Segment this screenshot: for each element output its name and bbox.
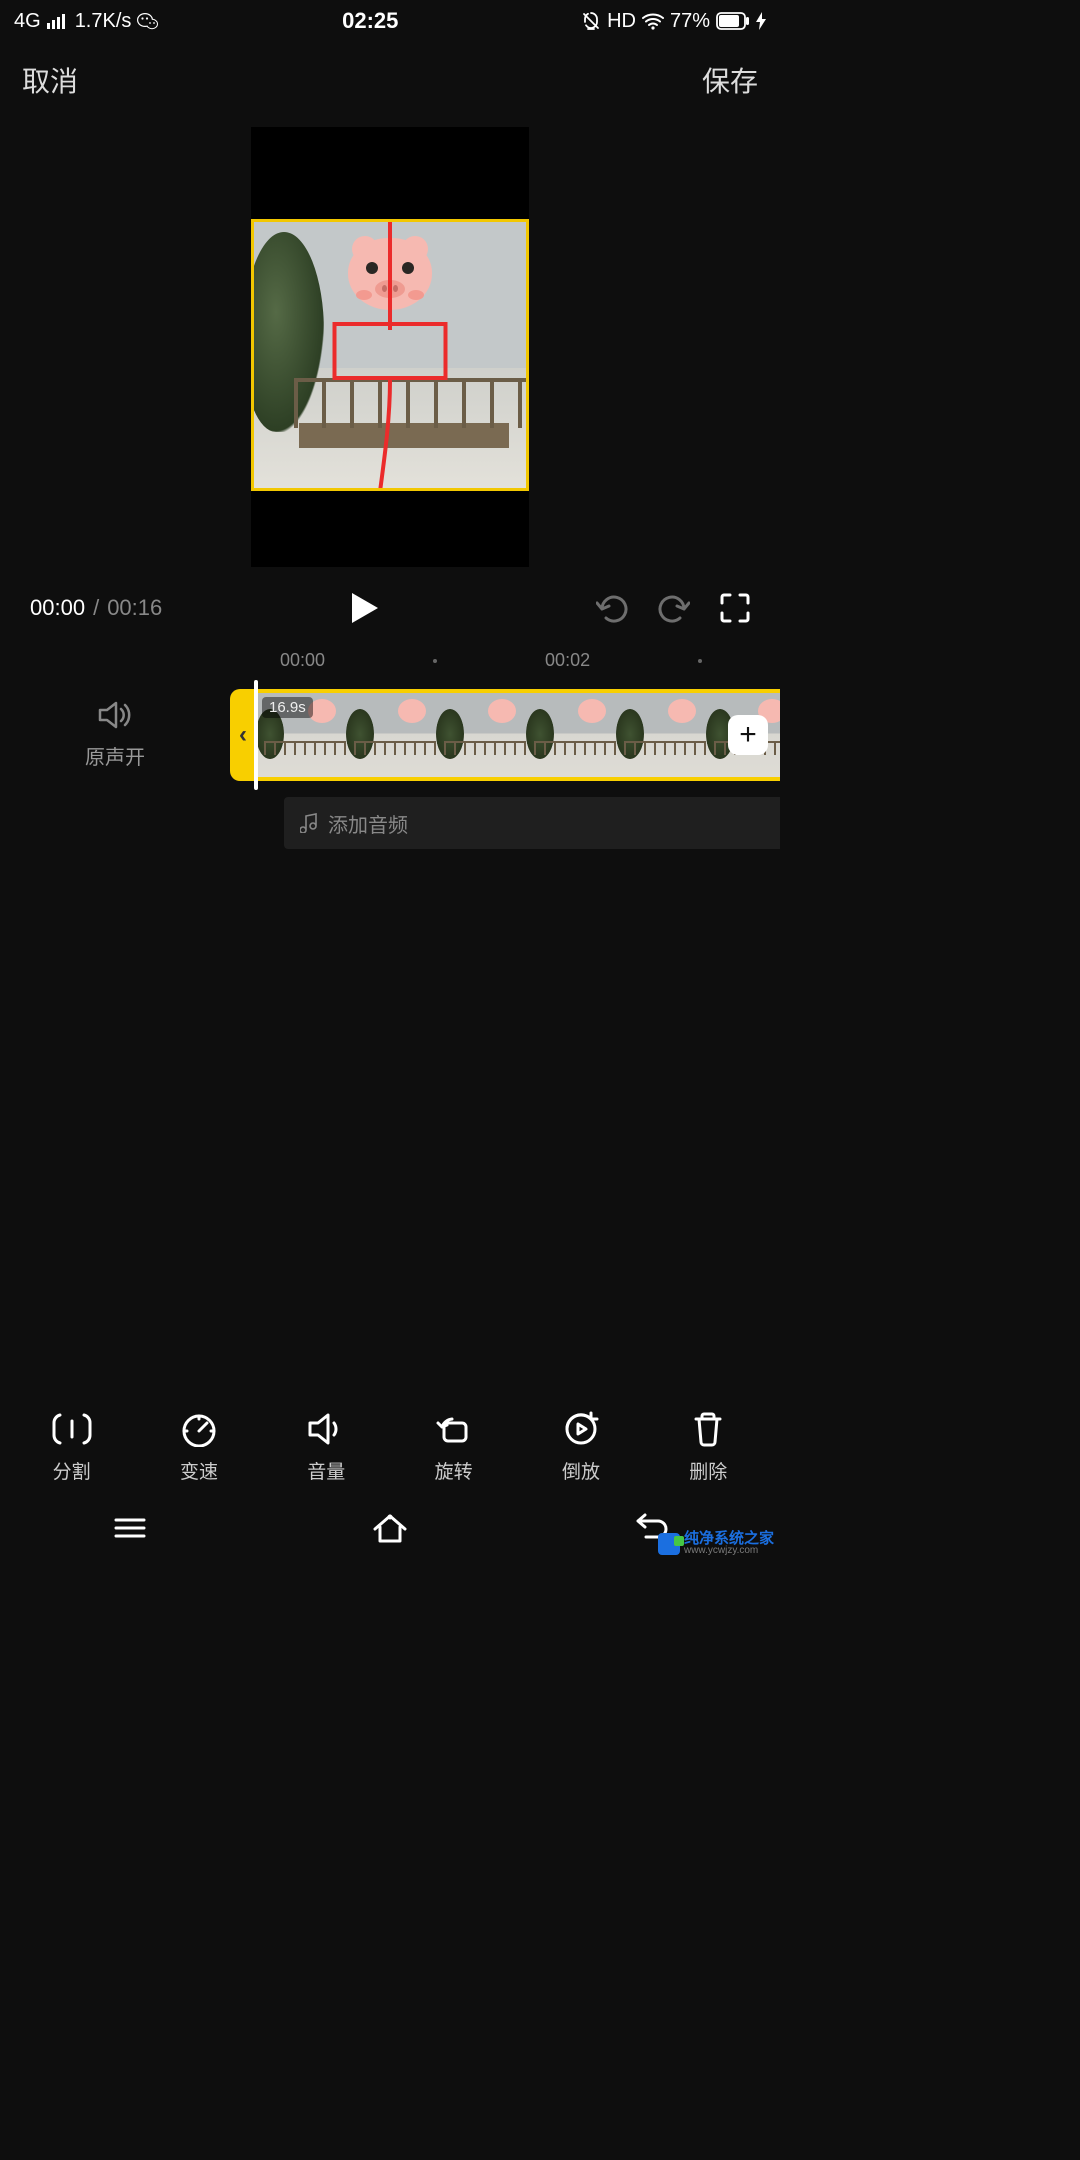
- wifi-icon: [642, 12, 664, 30]
- status-bar: 4G 1.7K/s 02:25 HD 77%: [0, 0, 780, 42]
- music-icon: [300, 813, 318, 833]
- play-button[interactable]: [350, 591, 380, 625]
- tool-split[interactable]: 分割: [17, 1411, 127, 1484]
- clip-left-handle[interactable]: ‹: [230, 689, 256, 781]
- time-sep: /: [93, 595, 99, 621]
- tool-label: 旋转: [435, 1457, 473, 1484]
- network-label: 4G: [14, 10, 41, 33]
- wechat-icon: [137, 11, 159, 31]
- sound-label: 原声开: [0, 741, 230, 770]
- rotate-icon: [434, 1411, 474, 1447]
- tool-volume[interactable]: 音量: [271, 1411, 381, 1484]
- nav-home-icon[interactable]: [371, 1511, 409, 1545]
- total-time: 00:16: [107, 595, 162, 621]
- tool-delete[interactable]: 删除: [653, 1411, 763, 1484]
- watermark: 纯净系统之家 www.ycwjzy.com: [658, 1531, 774, 1556]
- ruler-t0: 00:00: [280, 650, 325, 671]
- selected-frame[interactable]: [251, 219, 529, 491]
- frame-thumb: [346, 693, 436, 777]
- frame-thumb: [436, 693, 526, 777]
- tool-label: 变速: [180, 1457, 218, 1484]
- editor-header: 取消 保存: [0, 42, 780, 112]
- timeline: 原声开 ‹ 16.9s +: [0, 687, 780, 783]
- undo-button[interactable]: [596, 593, 628, 623]
- charging-icon: [756, 12, 766, 30]
- ruler-dot: [433, 659, 437, 663]
- playback-bar: 00:00 / 00:16: [0, 580, 780, 636]
- original-sound-toggle[interactable]: 原声开: [0, 700, 230, 770]
- signal-icon: [47, 13, 69, 29]
- watermark-url: www.ycwjzy.com: [684, 1546, 774, 1556]
- clip-duration-badge: 16.9s: [262, 697, 313, 718]
- tool-speed[interactable]: 变速: [144, 1411, 254, 1484]
- add-audio-button[interactable]: 添加音频: [284, 797, 780, 849]
- fullscreen-button[interactable]: [720, 593, 750, 623]
- battery-pct: 77%: [670, 10, 710, 33]
- ruler-t1: 00:02: [545, 650, 590, 671]
- tool-label: 分割: [53, 1457, 91, 1484]
- annotation-arrow-down: [360, 380, 420, 491]
- time-display: 00:00 / 00:16: [30, 595, 162, 621]
- delete-icon: [688, 1411, 728, 1447]
- add-clip-button[interactable]: +: [728, 715, 768, 755]
- speaker-icon: [98, 700, 132, 730]
- bottom-toolbar: 分割 变速 音量 旋转 倒放 删除: [0, 1411, 780, 1484]
- save-button[interactable]: 保存: [702, 60, 758, 100]
- split-icon: [52, 1411, 92, 1447]
- ruler-dot: [698, 659, 702, 663]
- frame-thumb: [616, 693, 706, 777]
- speed-label: 1.7K/s: [75, 10, 132, 33]
- watermark-icon: [658, 1533, 680, 1555]
- tool-rotate[interactable]: 旋转: [399, 1411, 509, 1484]
- playhead[interactable]: [254, 680, 258, 790]
- status-time: 02:25: [342, 8, 398, 34]
- status-right: HD 77%: [581, 10, 766, 33]
- frame-thumb: [526, 693, 616, 777]
- timeline-ruler: 00:00 00:02: [0, 650, 780, 671]
- annotation-arrow-up: [378, 219, 402, 330]
- cancel-button[interactable]: 取消: [22, 60, 78, 100]
- tool-reverse[interactable]: 倒放: [526, 1411, 636, 1484]
- status-left: 4G 1.7K/s: [14, 10, 159, 33]
- current-time: 00:00: [30, 595, 85, 621]
- video-canvas: [251, 127, 529, 567]
- annotation-rect: [333, 322, 448, 380]
- redo-button[interactable]: [658, 593, 690, 623]
- speed-icon: [179, 1411, 219, 1447]
- watermark-cn: 纯净系统之家: [684, 1531, 774, 1546]
- hd-label: HD: [607, 10, 636, 33]
- clip-frames[interactable]: [256, 689, 780, 781]
- add-audio-label: 添加音频: [328, 809, 408, 838]
- nav-menu-icon[interactable]: [112, 1514, 148, 1542]
- reverse-icon: [561, 1411, 601, 1447]
- clip-strip[interactable]: ‹ 16.9s +: [230, 689, 780, 781]
- mute-icon: [581, 11, 601, 31]
- tool-label: 音量: [307, 1457, 345, 1484]
- tool-label: 删除: [689, 1457, 727, 1484]
- video-preview[interactable]: [0, 122, 780, 572]
- volume-icon: [306, 1411, 346, 1447]
- tool-label: 倒放: [562, 1457, 600, 1484]
- battery-icon: [716, 12, 750, 30]
